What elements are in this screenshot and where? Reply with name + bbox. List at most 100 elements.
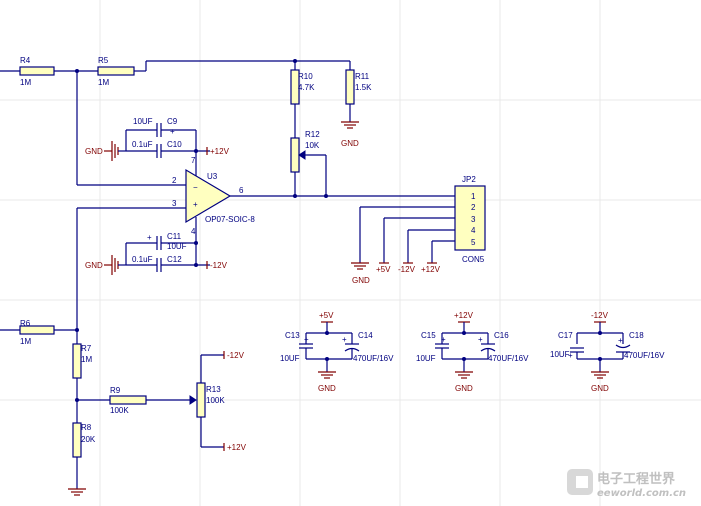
supply-p5-group: +5V GND C13 10UF + C14 470UF/16V + (280, 311, 394, 393)
pin6-label: 6 (239, 186, 244, 195)
pin7-label: 7 (191, 156, 196, 165)
c15-plus: + (441, 335, 446, 344)
gnd-label: GND (85, 147, 103, 156)
jp2-pin4: 4 (471, 226, 476, 235)
watermark-cn: 电子工程世界 (597, 471, 675, 487)
power-p12-connector: +12V (421, 262, 441, 274)
c9-value: 10UF (133, 117, 153, 126)
junction-dot (598, 331, 602, 335)
c16-value: 470UF/16V (488, 354, 529, 363)
r12-value: 10K (305, 141, 320, 150)
junction-dot (462, 357, 466, 361)
r8-value: 20K (81, 435, 96, 444)
supply-m12-group: -12V GND C17 10UF + C18 470UF/16V + (550, 311, 665, 393)
c15-ref: C15 (421, 331, 436, 340)
gnd-rail-bottom: GND (85, 243, 127, 275)
r7-ref: R7 (81, 344, 92, 353)
resistor-r6: R6 1M (0, 319, 77, 346)
r10-ref: R10 (298, 72, 313, 81)
r11-value: 1.5K (355, 83, 372, 92)
r9-ref: R9 (110, 386, 121, 395)
c14-ref: C14 (358, 331, 373, 340)
gnd-label: GND (352, 276, 370, 285)
jp2-pin5: 5 (471, 238, 476, 247)
m12-label: -12V (210, 261, 228, 270)
schematic-diagram: R4 1M R5 1M R10 4.7K R11 1.5K GND R12 10… (0, 0, 701, 506)
power-m12-opamp: -12V (206, 261, 228, 270)
c11-value: 10UF (167, 242, 187, 251)
c14-plus: + (342, 335, 347, 344)
c15-value: 10UF (416, 354, 436, 363)
supply-p12-group: +12V GND C15 10UF + C16 470UF/16V + (416, 311, 529, 393)
c16-ref: C16 (494, 331, 509, 340)
c13-value: 10UF (280, 354, 300, 363)
c12-ref: C12 (167, 255, 182, 264)
r4-value: 1M (20, 78, 31, 87)
ground-symbol: GND (341, 121, 359, 148)
power-m12-connector: -12V (398, 262, 416, 274)
r11-ref: R11 (355, 72, 370, 81)
power-p5-connector: +5V (376, 262, 391, 274)
jp2-pin2: 2 (471, 203, 476, 212)
svg-text:−: − (193, 183, 198, 192)
resistor-r11: R11 1.5K (345, 61, 372, 122)
c17-ref: C17 (558, 331, 573, 340)
r13-ref: R13 (206, 385, 221, 394)
capacitor-c9: 10UF C9 + (126, 117, 196, 137)
svg-text:+: + (193, 200, 198, 209)
capacitor-c12: 0.1uF C12 (126, 255, 210, 272)
c12-value: 0.1uF (132, 255, 153, 264)
c16-plus: + (478, 335, 483, 344)
power-p12-top: +12V (206, 147, 230, 156)
jp2-ref: JP2 (462, 175, 476, 184)
c10-value: 0.1uF (132, 140, 153, 149)
power-p12-r13: +12V (223, 443, 247, 452)
gnd-label: GND (85, 261, 103, 270)
junction-dot (325, 357, 329, 361)
capacitor-c10: 0.1uF C10 (126, 140, 210, 158)
p12-label: +12V (454, 311, 474, 320)
watermark-logo: 电子工程世界 eeworld.com.cn (567, 469, 686, 499)
resistor-r10: R10 4.7K (290, 61, 315, 130)
potentiometer-r12: R12 10K (290, 130, 327, 196)
junction-dot (462, 331, 466, 335)
p5-label: +5V (319, 311, 334, 320)
resistor-r4: R4 1M (0, 56, 98, 87)
pin4-label: 4 (191, 227, 196, 236)
c18-ref: C18 (629, 331, 644, 340)
u3-part: OP07-SOIC-8 (205, 215, 255, 224)
junction-dot (194, 241, 198, 245)
r6-value: 1M (20, 337, 31, 346)
r10-value: 4.7K (298, 83, 315, 92)
r5-value: 1M (98, 78, 109, 87)
c17-value: 10UF (550, 350, 570, 359)
gnd-rail-top: GND (85, 130, 127, 161)
junction-dot (325, 331, 329, 335)
r8-ref: R8 (81, 423, 92, 432)
connector-jp2: JP2 CON5 1 2 3 4 5 (454, 175, 486, 264)
jp2-part: CON5 (462, 255, 485, 264)
c13-plus: + (304, 335, 309, 344)
c9-plus: + (170, 127, 175, 136)
p12-label: +12V (421, 265, 441, 274)
jp2-pin3: 3 (471, 215, 476, 224)
schematic-canvas: R4 1M R5 1M R10 4.7K R11 1.5K GND R12 10… (0, 0, 701, 506)
r4-ref: R4 (20, 56, 31, 65)
capacitor-c11: + C11 10UF (126, 232, 196, 251)
gnd-label: GND (455, 384, 473, 393)
m12-label: -12V (591, 311, 609, 320)
r9-value: 100K (110, 406, 129, 415)
r6-ref: R6 (20, 319, 31, 328)
u3-ref: U3 (207, 172, 218, 181)
p12-label: +12V (227, 443, 247, 452)
r5-ref: R5 (98, 56, 109, 65)
c13-ref: C13 (285, 331, 300, 340)
watermark-en: eeworld.com.cn (597, 488, 686, 499)
pin2-label: 2 (172, 176, 177, 185)
gnd-label: GND (591, 384, 609, 393)
c17-plus: + (568, 351, 573, 360)
junction-dot (194, 263, 198, 267)
c10-ref: C10 (167, 140, 182, 149)
c18-value: 470UF/16V (624, 351, 665, 360)
r7-value: 1M (81, 355, 92, 364)
